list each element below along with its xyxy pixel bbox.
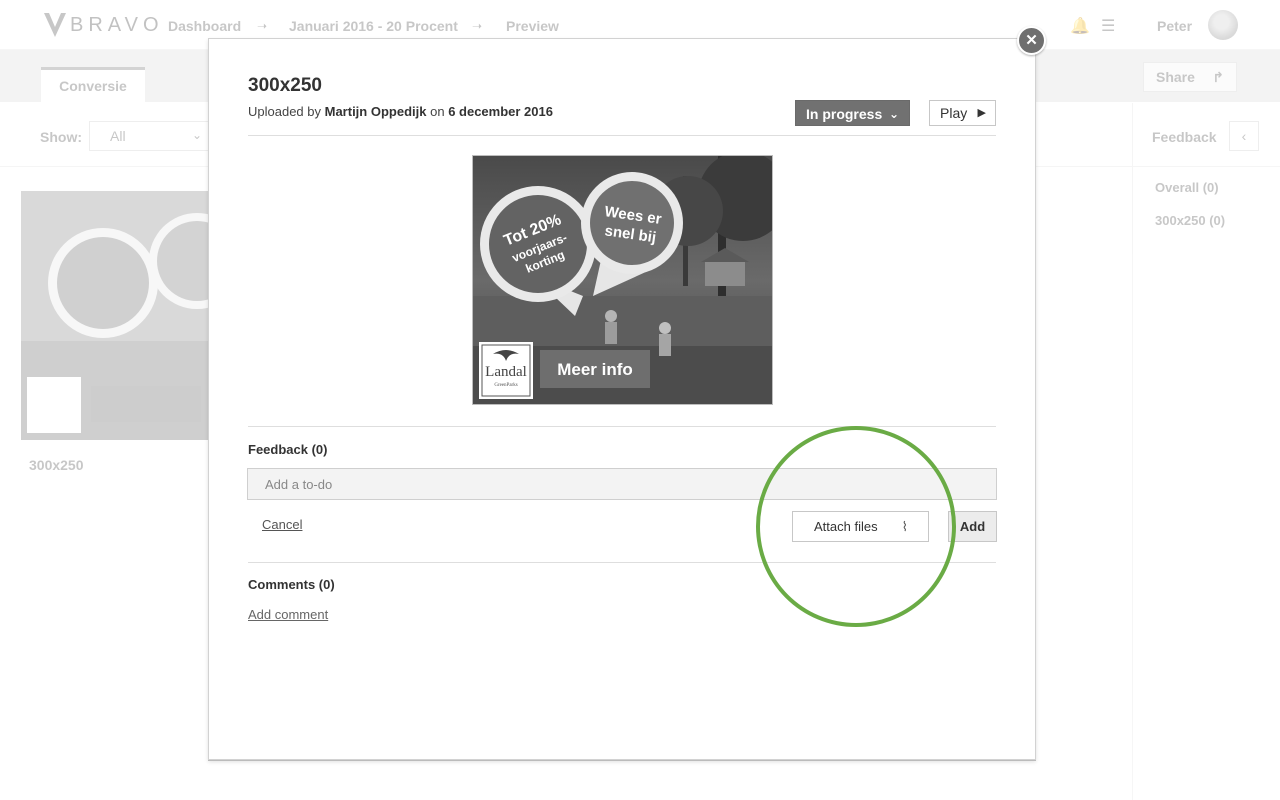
bell-icon[interactable]: 🔔 — [1070, 16, 1090, 36]
user-name[interactable]: Peter — [1157, 18, 1192, 34]
banner-cta: Meer info — [557, 360, 633, 379]
todo-input[interactable] — [247, 468, 997, 500]
share-button[interactable]: Share ↱ — [1143, 62, 1237, 92]
meta-prefix: Uploaded by — [248, 104, 321, 119]
paperclip-icon: ⌇ — [901, 519, 908, 534]
sidebar-item-300x250[interactable]: 300x250 (0) — [1155, 213, 1225, 228]
breadcrumb-dashboard[interactable]: Dashboard — [168, 18, 241, 34]
pin-icon: ➝ — [472, 19, 483, 33]
breadcrumb-preview[interactable]: Preview — [506, 18, 559, 34]
play-icon: ▶ — [977, 107, 986, 119]
divider — [248, 426, 996, 427]
cancel-link[interactable]: Cancel — [262, 517, 302, 532]
play-label: Play — [940, 105, 968, 121]
breadcrumb-campaign[interactable]: Januari 2016 - 20 Procent — [289, 18, 458, 34]
status-label: In progress — [806, 106, 883, 122]
landal-logo-text: Landal — [485, 364, 527, 380]
brand-name: BRAVO — [70, 13, 164, 36]
chevron-left-icon[interactable]: ‹ — [1229, 121, 1259, 151]
show-select-value: All — [110, 128, 126, 144]
banner-thumbnail[interactable] — [21, 191, 211, 440]
close-icon[interactable]: ✕ — [1017, 26, 1046, 55]
bravo-logo[interactable]: BRAVO — [42, 10, 164, 40]
show-select[interactable]: All ⌄ — [89, 121, 209, 151]
chevron-down-icon: ⌄ — [888, 107, 899, 121]
meta-on: on — [430, 104, 445, 119]
tab-conversie[interactable]: Conversie — [41, 67, 145, 102]
pin-icon: ➝ — [257, 19, 268, 33]
feedback-panel-title: Feedback — [1152, 129, 1217, 145]
status-dropdown[interactable]: In progress ⌄ — [795, 100, 910, 126]
divider — [248, 562, 996, 563]
share-label: Share — [1156, 69, 1195, 85]
add-button[interactable]: Add — [948, 511, 997, 542]
sidebar-divider — [1132, 103, 1133, 800]
play-button[interactable]: Play ▶ — [929, 100, 996, 126]
banner-preview: Tot 20% voorjaars- korting Wees er snel … — [472, 155, 773, 405]
sidebar-item-overall[interactable]: Overall (0) — [1155, 180, 1219, 195]
meta-author: Martijn Oppedijk — [324, 104, 427, 119]
attach-files-button[interactable]: Attach files ⌇ — [792, 511, 929, 542]
attach-files-label: Attach files — [814, 519, 878, 534]
share-arrow-icon: ↱ — [1212, 69, 1224, 85]
show-label: Show: — [40, 129, 82, 145]
comments-title: Comments (0) — [248, 577, 335, 592]
meta-date: 6 december 2016 — [448, 104, 553, 119]
menu-icon[interactable]: ☰ — [1101, 16, 1115, 36]
add-comment-link[interactable]: Add comment — [248, 607, 328, 622]
chevron-down-icon: ⌄ — [191, 128, 202, 142]
upload-meta: Uploaded by Martijn Oppedijk on 6 decemb… — [248, 104, 553, 119]
card-label[interactable]: 300x250 — [29, 457, 84, 473]
avatar[interactable] — [1208, 10, 1238, 40]
feedback-title: Feedback (0) — [248, 442, 328, 457]
landal-logo-sub: GreenParks — [494, 383, 517, 388]
bravo-logo-icon — [42, 11, 68, 39]
modal-title: 300x250 — [248, 75, 322, 96]
divider — [248, 135, 996, 136]
